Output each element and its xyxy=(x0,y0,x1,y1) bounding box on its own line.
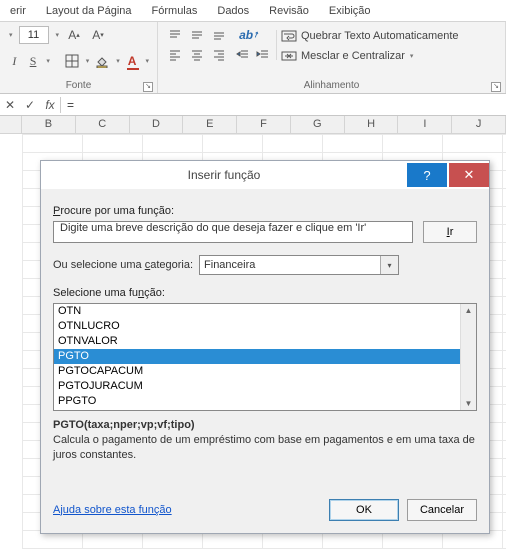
function-description: Calcula o pagamento de um empréstimo com… xyxy=(53,433,477,463)
scrollbar[interactable]: ▲▼ xyxy=(460,304,476,410)
col-header[interactable]: C xyxy=(76,116,130,133)
align-left-icon[interactable] xyxy=(166,46,184,64)
wrap-text-label: Quebrar Texto Automaticamente xyxy=(301,30,459,42)
tab-item[interactable]: Dados xyxy=(207,0,259,22)
fill-color-icon[interactable] xyxy=(95,52,109,70)
font-color-dropdown[interactable]: ▾ xyxy=(145,57,149,65)
alignment-dialog-launcher-icon[interactable]: ↘ xyxy=(491,82,501,92)
list-item[interactable]: OTNVALOR xyxy=(54,334,460,349)
align-center-icon[interactable] xyxy=(188,46,206,64)
orientation-icon[interactable]: ab↗ xyxy=(240,26,258,44)
scroll-down-icon[interactable]: ▼ xyxy=(465,397,473,410)
col-header[interactable]: H xyxy=(345,116,399,133)
ok-button[interactable]: OK xyxy=(329,499,399,521)
group-font: ▾ 11 ▾ A▴ A▾ I S ▾ ▾ ▾ A ▾ Fonte xyxy=(0,22,158,93)
dialog-titlebar[interactable]: Inserir função ? ✕ xyxy=(41,161,489,189)
wrap-text-button[interactable]: Quebrar Texto Automaticamente xyxy=(281,28,459,44)
function-listbox[interactable]: OTNOTNLUCROOTNVALORPGTOPGTOCAPACUMPGTOJU… xyxy=(53,303,477,411)
list-item[interactable]: PGTOJURACUM xyxy=(54,379,460,394)
category-label: Ou selecione uma categoria: xyxy=(53,259,193,271)
go-button[interactable]: Ir xyxy=(423,221,477,243)
group-alignment: ab↗ Quebrar Texto Automaticamente Mescla… xyxy=(158,22,506,93)
align-middle-icon[interactable] xyxy=(188,26,206,44)
search-label: Procure por uma função: xyxy=(53,205,477,217)
merge-dropdown[interactable]: ▾ xyxy=(410,52,414,60)
decrease-font-icon[interactable]: A▾ xyxy=(89,26,107,44)
increase-font-icon[interactable]: A▴ xyxy=(65,26,83,44)
tab-item[interactable]: Fórmulas xyxy=(142,0,208,22)
borders-dropdown[interactable]: ▾ xyxy=(86,57,90,65)
group-label-alignment: Alinhamento ↘ xyxy=(166,80,497,91)
column-headers: B C D E F G H I J xyxy=(0,116,506,134)
font-color-icon[interactable]: A xyxy=(126,52,139,70)
borders-icon[interactable] xyxy=(65,52,79,70)
category-value: Financeira xyxy=(204,259,255,271)
tab-item[interactable]: Revisão xyxy=(259,0,319,22)
ribbon-tabs: erir Layout da Página Fórmulas Dados Rev… xyxy=(0,0,506,22)
col-header[interactable]: G xyxy=(291,116,345,133)
tab-item[interactable]: Layout da Página xyxy=(36,0,142,22)
italic-icon[interactable]: I xyxy=(8,52,21,70)
ribbon: ▾ 11 ▾ A▴ A▾ I S ▾ ▾ ▾ A ▾ Fonte xyxy=(0,22,506,94)
formula-bar: ✕ ✓ fx = xyxy=(0,94,506,116)
font-family-dropdown[interactable]: ▾ xyxy=(9,31,13,39)
font-size-dropdown[interactable]: ▾ xyxy=(56,31,60,39)
tab-item[interactable]: erir xyxy=(0,0,36,22)
formula-enter-icon[interactable]: ✓ xyxy=(20,98,40,112)
col-header[interactable]: I xyxy=(398,116,452,133)
font-dialog-launcher-icon[interactable]: ↘ xyxy=(143,82,153,92)
list-item[interactable]: PGTO xyxy=(54,349,460,364)
cancel-button[interactable]: Cancelar xyxy=(407,499,477,521)
scroll-up-icon[interactable]: ▲ xyxy=(465,304,473,317)
col-header[interactable]: E xyxy=(183,116,237,133)
align-right-icon[interactable] xyxy=(210,46,228,64)
align-top-icon[interactable] xyxy=(166,26,184,44)
group-label-font: Fonte ↘ xyxy=(8,80,149,91)
function-signature: PGTO(taxa;nper;vp;vf;tipo) xyxy=(53,419,477,431)
formula-cancel-icon[interactable]: ✕ xyxy=(0,98,20,112)
help-button[interactable]: ? xyxy=(407,163,447,187)
fill-color-dropdown[interactable]: ▾ xyxy=(116,57,120,65)
col-header[interactable]: D xyxy=(130,116,184,133)
search-input[interactable]: Digite uma breve descrição do que deseja… xyxy=(53,221,413,243)
fx-icon[interactable]: fx xyxy=(40,98,60,112)
dialog-title: Inserir função xyxy=(41,168,407,182)
underline-icon[interactable]: S xyxy=(27,52,40,70)
underline-dropdown[interactable]: ▾ xyxy=(46,57,50,65)
col-header[interactable]: B xyxy=(22,116,76,133)
merge-center-button[interactable]: Mesclar e Centralizar ▾ xyxy=(281,48,459,64)
increase-indent-icon[interactable] xyxy=(254,46,272,64)
list-item[interactable]: PGTOCAPACUM xyxy=(54,364,460,379)
chevron-down-icon[interactable]: ▾ xyxy=(380,256,398,274)
help-link[interactable]: Ajuda sobre esta função xyxy=(53,504,172,516)
close-button[interactable]: ✕ xyxy=(449,163,489,187)
insert-function-dialog: Inserir função ? ✕ Procure por uma funçã… xyxy=(40,160,490,534)
category-select[interactable]: Financeira ▾ xyxy=(199,255,399,275)
list-item[interactable]: PPGTO xyxy=(54,394,460,409)
decrease-indent-icon[interactable] xyxy=(234,46,252,64)
list-item[interactable]: OTN xyxy=(54,304,460,319)
tab-item[interactable]: Exibição xyxy=(319,0,381,22)
formula-input[interactable]: = xyxy=(61,98,506,112)
col-header[interactable]: J xyxy=(452,116,506,133)
col-header[interactable]: F xyxy=(237,116,291,133)
select-function-label: Selecione uma função: xyxy=(53,287,477,299)
font-size-input[interactable]: 11 xyxy=(19,26,49,44)
alignment-grid xyxy=(166,26,228,64)
list-item[interactable]: OTNLUCRO xyxy=(54,319,460,334)
align-bottom-icon[interactable] xyxy=(210,26,228,44)
merge-center-label: Mesclar e Centralizar xyxy=(301,50,405,62)
